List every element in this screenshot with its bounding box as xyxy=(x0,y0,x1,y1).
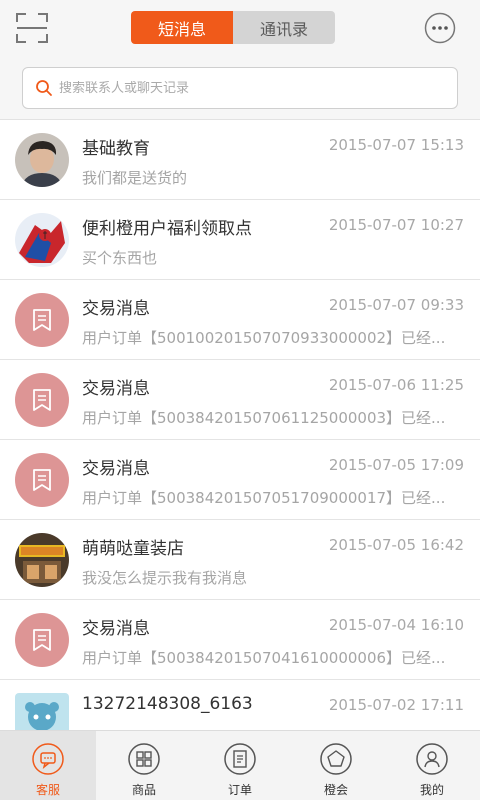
tabbar-item-mine[interactable]: 我的 xyxy=(384,731,480,800)
grid-icon xyxy=(128,743,160,775)
conversation-row[interactable]: 交易消息 2015-07-07 09:33 用户订单【5001002015070… xyxy=(0,280,480,360)
tabbar-item-club[interactable]: 橙会 xyxy=(288,731,384,800)
conversation-preview: 用户订单【500384201507041610000006】已经... xyxy=(82,649,446,667)
conversation-row[interactable]: 交易消息 2015-07-06 11:25 用户订单【5003842015070… xyxy=(0,360,480,440)
tabbar-label: 我的 xyxy=(419,783,444,797)
conversation-row[interactable]: 13272148308_6163 2015-07-02 17:11 xyxy=(0,680,480,730)
message-icon xyxy=(15,453,69,507)
tabbar-label: 橙会 xyxy=(323,783,348,797)
tabbar-label: 订单 xyxy=(227,783,252,797)
shop-avatar xyxy=(15,533,69,587)
conversation-preview: 用户订单【500100201507070933000002】已经... xyxy=(82,329,446,347)
tabbar-label: 商品 xyxy=(131,783,156,797)
conversation-preview: 用户订单【500384201507061125000003】已经... xyxy=(82,409,446,427)
user-icon xyxy=(416,743,448,775)
conversation-row[interactable]: 萌萌哒童装店 2015-07-05 16:42 我没怎么提示我有我消息 xyxy=(0,520,480,600)
tabbar-item-orders[interactable]: 订单 xyxy=(192,731,288,800)
conversation-name: 13272148308_6163 xyxy=(82,694,253,714)
search-box[interactable] xyxy=(22,67,458,109)
chat-bubble-icon xyxy=(32,743,64,775)
tabbar-item-service[interactable]: 客服 xyxy=(0,731,96,800)
conversation-row[interactable]: 交易消息 2015-07-05 17:09 用户订单【5003842015070… xyxy=(0,440,480,520)
tabbar-label: 客服 xyxy=(35,783,60,797)
order-list-icon xyxy=(224,743,256,775)
tab-messages[interactable]: 短消息 xyxy=(131,11,233,44)
message-icon xyxy=(15,293,69,347)
conversation-preview: 我没怎么提示我有我消息 xyxy=(82,569,248,587)
conversation-time: 2015-07-05 17:09 xyxy=(328,456,464,474)
tab-contacts[interactable]: 通讯录 xyxy=(233,11,335,44)
search-input[interactable] xyxy=(59,80,439,96)
conversation-row[interactable]: 交易消息 2015-07-04 16:10 用户订单【5003842015070… xyxy=(0,600,480,680)
conversation-preview: 用户订单【500384201507051709000017】已经... xyxy=(82,489,446,507)
conversation-list: 基础教育 2015-07-07 15:13 我们都是送货的 便利橙用户福利领取点… xyxy=(0,120,480,730)
tabbar-item-goods[interactable]: 商品 xyxy=(96,731,192,800)
conversation-time: 2015-07-07 09:33 xyxy=(328,296,464,314)
message-icon xyxy=(15,373,69,427)
photo-avatar xyxy=(15,133,69,187)
conversation-time: 2015-07-04 16:10 xyxy=(328,616,464,634)
search-bar xyxy=(0,56,480,120)
more-icon[interactable] xyxy=(424,12,456,44)
top-header: 短消息 通讯录 xyxy=(0,0,480,56)
conversation-name: 交易消息 xyxy=(82,299,150,319)
scan-icon[interactable] xyxy=(15,12,49,44)
search-icon xyxy=(36,80,52,96)
conversation-time: 2015-07-07 15:13 xyxy=(328,136,464,154)
conversation-name: 交易消息 xyxy=(82,459,150,479)
conversation-name: 便利橙用户福利领取点 xyxy=(82,219,252,239)
message-icon xyxy=(15,613,69,667)
conversation-row[interactable]: 便利橙用户福利领取点 2015-07-07 10:27 买个东西也 xyxy=(0,200,480,280)
conversation-name: 萌萌哒童装店 xyxy=(82,539,184,559)
conversation-name: 交易消息 xyxy=(82,619,150,639)
cartoon-avatar xyxy=(15,693,69,730)
pentagon-icon xyxy=(320,743,352,775)
conversation-time: 2015-07-06 11:25 xyxy=(328,376,464,394)
segment-tabs: 短消息 通讯录 xyxy=(131,11,335,44)
conversation-name: 交易消息 xyxy=(82,379,150,399)
conversation-time: 2015-07-02 17:11 xyxy=(328,696,464,714)
conversation-preview: 我们都是送货的 xyxy=(82,169,188,187)
bottom-tab-bar: 客服 商品 订单 橙会 我的 xyxy=(0,730,480,800)
conversation-time: 2015-07-05 16:42 xyxy=(328,536,464,554)
conversation-name: 基础教育 xyxy=(82,139,150,159)
conversation-time: 2015-07-07 10:27 xyxy=(328,216,464,234)
conversation-row[interactable]: 基础教育 2015-07-07 15:13 我们都是送货的 xyxy=(0,120,480,200)
conversation-preview: 买个东西也 xyxy=(82,249,158,267)
spiderman-avatar xyxy=(15,213,69,267)
